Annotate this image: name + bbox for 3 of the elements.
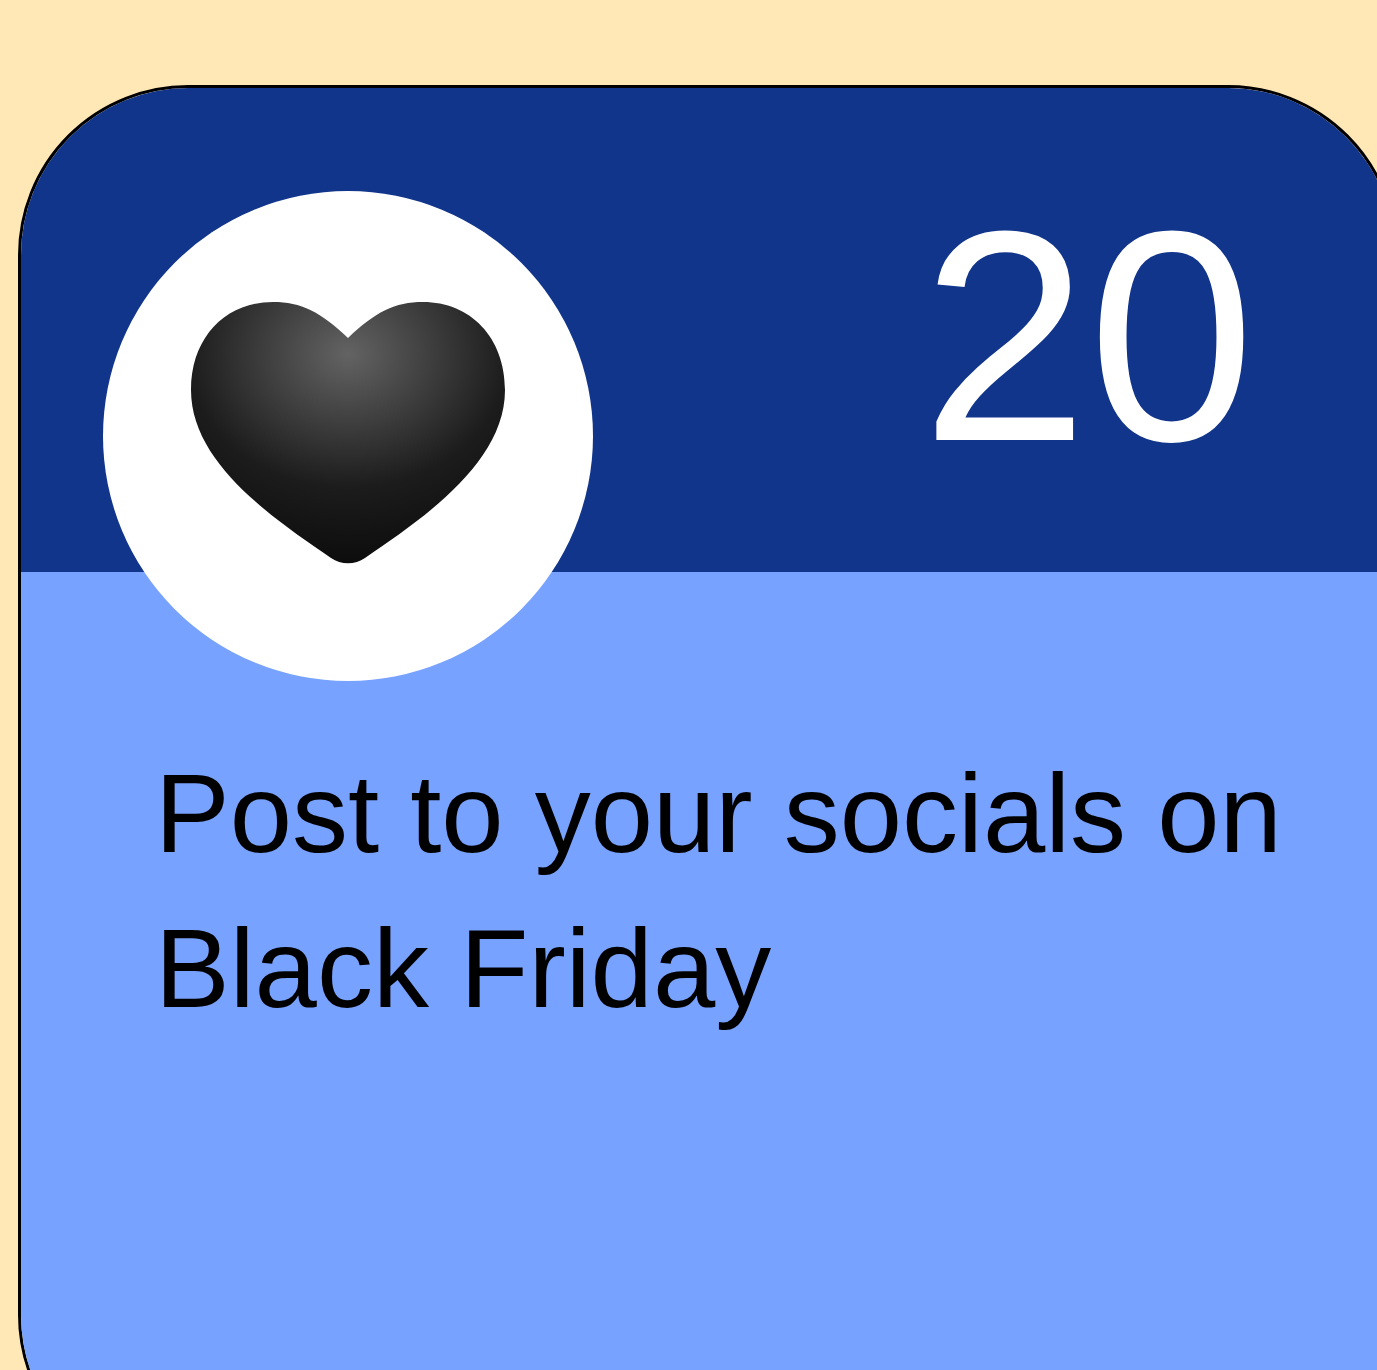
day-number: 20 [921, 186, 1255, 486]
task-text: Post to your socials on Black Friday [155, 750, 1283, 1033]
heart-icon [191, 302, 505, 566]
